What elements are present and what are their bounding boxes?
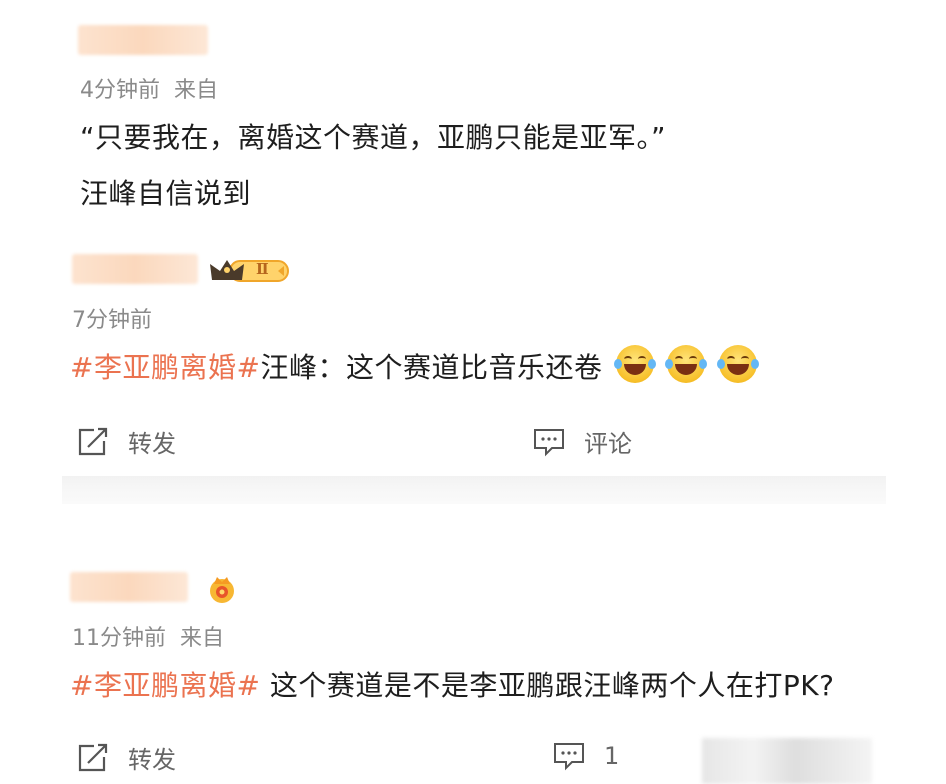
username-blurred[interactable] bbox=[72, 254, 198, 284]
post-time: 7分钟前 bbox=[72, 308, 152, 333]
post-source: 来自 bbox=[180, 626, 225, 651]
post-body: 这个赛道是不是李亚鹏跟汪峰两个人在打PK? bbox=[260, 669, 835, 702]
username-blurred[interactable] bbox=[70, 572, 188, 602]
username-blurred[interactable] bbox=[78, 25, 208, 55]
post-text: #李亚鹏离婚# 这个赛道是不是李亚鹏跟汪峰两个人在打PK? bbox=[70, 664, 834, 704]
hashtag-link[interactable]: #李亚鹏离婚# bbox=[70, 351, 260, 384]
post-divider bbox=[62, 476, 886, 504]
repost-icon bbox=[78, 427, 108, 455]
post-meta: 11分钟前 来自 bbox=[72, 620, 224, 652]
post-text: #李亚鹏离婚#汪峰：这个赛道比音乐还卷 bbox=[70, 345, 759, 386]
laughing-tears-icon bbox=[665, 345, 708, 383]
repost-label: 转发 bbox=[128, 430, 176, 458]
vip-crown-badge[interactable]: Ⅱ bbox=[208, 256, 292, 286]
comment-icon bbox=[554, 743, 584, 771]
post-meta: 7分钟前 bbox=[72, 302, 152, 334]
repost-label: 转发 bbox=[128, 746, 176, 774]
post-source: 来自 bbox=[174, 78, 219, 103]
comment-label: 评论 bbox=[584, 430, 632, 458]
repost-button[interactable]: 转发 bbox=[76, 424, 176, 459]
hashtag-link[interactable]: #李亚鹏离婚# bbox=[70, 669, 260, 702]
badge-icon bbox=[206, 574, 238, 606]
post-time: 11分钟前 bbox=[72, 626, 166, 651]
comment-button[interactable]: 1 bbox=[552, 740, 619, 772]
laughing-tears-icon bbox=[716, 345, 759, 383]
laughing-tears-icon bbox=[613, 345, 656, 383]
crown-icon bbox=[210, 260, 289, 282]
post-text-line: 汪峰自信说到 bbox=[80, 177, 252, 210]
post-meta: 4分钟前 来自 bbox=[80, 72, 218, 104]
comment-count: 1 bbox=[604, 742, 620, 770]
post-body: 汪峰：这个赛道比音乐还卷 bbox=[260, 351, 603, 384]
comment-icon bbox=[534, 428, 564, 456]
post-time: 4分钟前 bbox=[80, 78, 160, 103]
watermark-blur bbox=[702, 738, 872, 784]
badge-level: Ⅱ bbox=[256, 260, 269, 278]
comment-button[interactable]: 评论 bbox=[532, 424, 632, 459]
repost-icon bbox=[78, 743, 108, 771]
repost-button[interactable]: 转发 bbox=[76, 740, 176, 775]
post-text-line: “只要我在，离婚这个赛道，亚鹏只能是亚军。” bbox=[80, 121, 667, 154]
